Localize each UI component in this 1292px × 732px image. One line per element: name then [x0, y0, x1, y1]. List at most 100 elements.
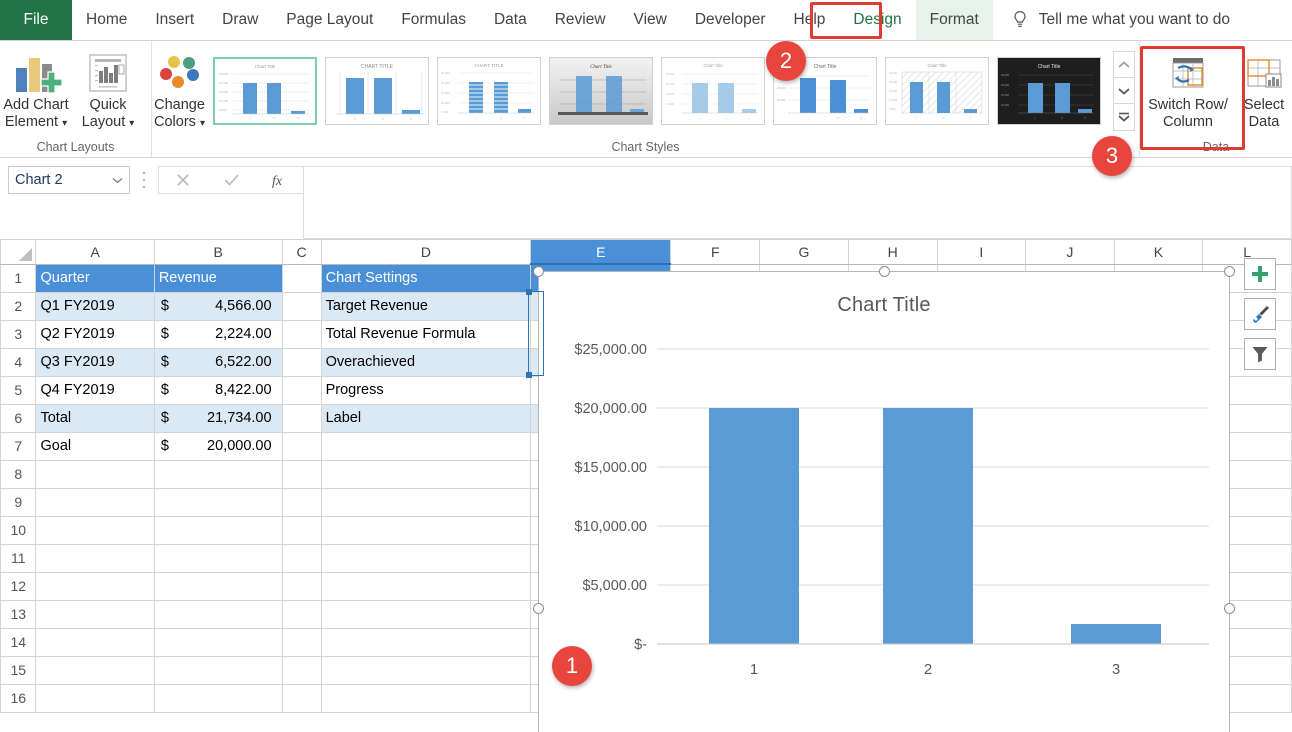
chart-object[interactable]: Chart Title $25,000.00 $20,000.00 $15,00…: [538, 271, 1230, 732]
cell-a1[interactable]: Quarter: [36, 264, 154, 292]
cell-a5[interactable]: Q4 FY2019: [36, 376, 154, 404]
chart-style-thumb-3[interactable]: CHART TITLE 25,00020,00015,00010,0005,00…: [437, 57, 541, 125]
cell-b8[interactable]: [154, 460, 282, 488]
cell-b3[interactable]: $2,224.00: [154, 320, 282, 348]
cell-c16[interactable]: [282, 684, 321, 712]
cell-d11[interactable]: [321, 544, 531, 572]
add-chart-element-button[interactable]: Add Chart Element ▾: [0, 45, 72, 132]
tab-view[interactable]: View: [620, 0, 681, 40]
cell-c13[interactable]: [282, 600, 321, 628]
cell-c9[interactable]: [282, 488, 321, 516]
select-all-corner[interactable]: [1, 240, 36, 264]
row-header-14[interactable]: 14: [1, 628, 36, 656]
column-header-k[interactable]: K: [1114, 240, 1203, 264]
cell-d12[interactable]: [321, 572, 531, 600]
tab-design[interactable]: Design: [839, 0, 915, 40]
formula-input[interactable]: [303, 166, 1292, 239]
cell-b10[interactable]: [154, 516, 282, 544]
tab-page-layout[interactable]: Page Layout: [272, 0, 387, 40]
select-data-button[interactable]: Select Data: [1236, 45, 1292, 131]
chart-styles-gallery[interactable]: Chart Title 25,00020,00015,00010,0005,00…: [207, 45, 1139, 131]
tab-insert[interactable]: Insert: [141, 0, 208, 40]
chart-styles-gallery-arrows[interactable]: [1113, 51, 1135, 131]
cell-c5[interactable]: [282, 376, 321, 404]
row-header-11[interactable]: 11: [1, 544, 36, 572]
chart-style-thumb-1[interactable]: Chart Title 25,00020,00015,00010,0005,00…: [213, 57, 317, 125]
cell-d15[interactable]: [321, 656, 531, 684]
row-header-5[interactable]: 5: [1, 376, 36, 404]
cell-a8[interactable]: [36, 460, 154, 488]
chart-style-thumb-7[interactable]: Chart Title 25,00020,00015,00010,0005,00…: [885, 57, 989, 125]
cell-c4[interactable]: [282, 348, 321, 376]
column-header-h[interactable]: H: [848, 240, 937, 264]
switch-row-column-button[interactable]: Switch Row/ Column: [1140, 45, 1236, 131]
cell-b1[interactable]: Revenue: [154, 264, 282, 292]
chart-handle-top-left[interactable]: [533, 266, 544, 277]
cell-b15[interactable]: [154, 656, 282, 684]
gallery-scroll-up-button[interactable]: [1114, 52, 1134, 78]
cell-d3[interactable]: Total Revenue Formula: [321, 320, 531, 348]
name-box[interactable]: Chart 2: [8, 166, 130, 194]
cell-b14[interactable]: [154, 628, 282, 656]
chart-style-thumb-2[interactable]: CHART TITLE 123: [325, 57, 429, 125]
chart-style-thumb-4[interactable]: Chart Title: [549, 57, 653, 125]
gallery-more-button[interactable]: [1114, 104, 1134, 130]
cell-c1[interactable]: [282, 264, 321, 292]
cell-a6[interactable]: Total: [36, 404, 154, 432]
cell-d13[interactable]: [321, 600, 531, 628]
tell-me-box[interactable]: Tell me what you want to do: [993, 0, 1230, 40]
row-header-12[interactable]: 12: [1, 572, 36, 600]
cell-c8[interactable]: [282, 460, 321, 488]
tab-data[interactable]: Data: [480, 0, 541, 40]
quick-layout-button[interactable]: Quick Layout ▾: [72, 45, 144, 132]
chart-elements-button[interactable]: [1244, 258, 1276, 290]
chevron-down-icon[interactable]: [112, 172, 123, 188]
cell-d9[interactable]: [321, 488, 531, 516]
row-header-13[interactable]: 13: [1, 600, 36, 628]
cell-b9[interactable]: [154, 488, 282, 516]
cell-c6[interactable]: [282, 404, 321, 432]
row-header-6[interactable]: 6: [1, 404, 36, 432]
tab-review[interactable]: Review: [541, 0, 620, 40]
formula-bar-grip[interactable]: [130, 166, 158, 194]
row-header-3[interactable]: 3: [1, 320, 36, 348]
cell-a12[interactable]: [36, 572, 154, 600]
chart-handle-top-center[interactable]: [879, 266, 890, 277]
cell-a10[interactable]: [36, 516, 154, 544]
cell-d1[interactable]: Chart Settings: [321, 264, 531, 292]
chart-handle-middle-left[interactable]: [533, 603, 544, 614]
cell-c2[interactable]: [282, 292, 321, 320]
cell-a14[interactable]: [36, 628, 154, 656]
chart-handle-top-right[interactable]: [1224, 266, 1235, 277]
cell-a15[interactable]: [36, 656, 154, 684]
column-header-j[interactable]: J: [1026, 240, 1115, 264]
chart-plot-area[interactable]: $25,000.00 $20,000.00 $15,000.00 $10,000…: [539, 317, 1229, 732]
chart-title[interactable]: Chart Title: [539, 272, 1229, 317]
column-header-e[interactable]: E: [531, 240, 671, 264]
cell-b4[interactable]: $6,522.00: [154, 348, 282, 376]
cell-b16[interactable]: [154, 684, 282, 712]
cell-c7[interactable]: [282, 432, 321, 460]
cancel-formula-button[interactable]: [159, 167, 207, 193]
row-header-8[interactable]: 8: [1, 460, 36, 488]
cell-d2[interactable]: Target Revenue: [321, 292, 531, 320]
chart-styles-button[interactable]: [1244, 298, 1276, 330]
cell-a4[interactable]: Q3 FY2019: [36, 348, 154, 376]
row-header-2[interactable]: 2: [1, 292, 36, 320]
tab-developer[interactable]: Developer: [681, 0, 780, 40]
tab-help[interactable]: Help: [780, 0, 840, 40]
row-header-4[interactable]: 4: [1, 348, 36, 376]
cell-d4[interactable]: Overachieved: [321, 348, 531, 376]
column-header-c[interactable]: C: [282, 240, 321, 264]
chart-style-thumb-5[interactable]: Chart Title 25,00020,00015,00010,000 123: [661, 57, 765, 125]
tab-draw[interactable]: Draw: [208, 0, 272, 40]
row-header-1[interactable]: 1: [1, 264, 36, 292]
cell-b2[interactable]: $4,566.00: [154, 292, 282, 320]
cell-b6[interactable]: $21,734.00: [154, 404, 282, 432]
tab-formulas[interactable]: Formulas: [387, 0, 480, 40]
change-colors-button[interactable]: Change Colors ▾: [152, 45, 207, 132]
cell-d7[interactable]: [321, 432, 531, 460]
row-header-7[interactable]: 7: [1, 432, 36, 460]
cell-d8[interactable]: [321, 460, 531, 488]
insert-function-button[interactable]: fx: [255, 167, 303, 193]
